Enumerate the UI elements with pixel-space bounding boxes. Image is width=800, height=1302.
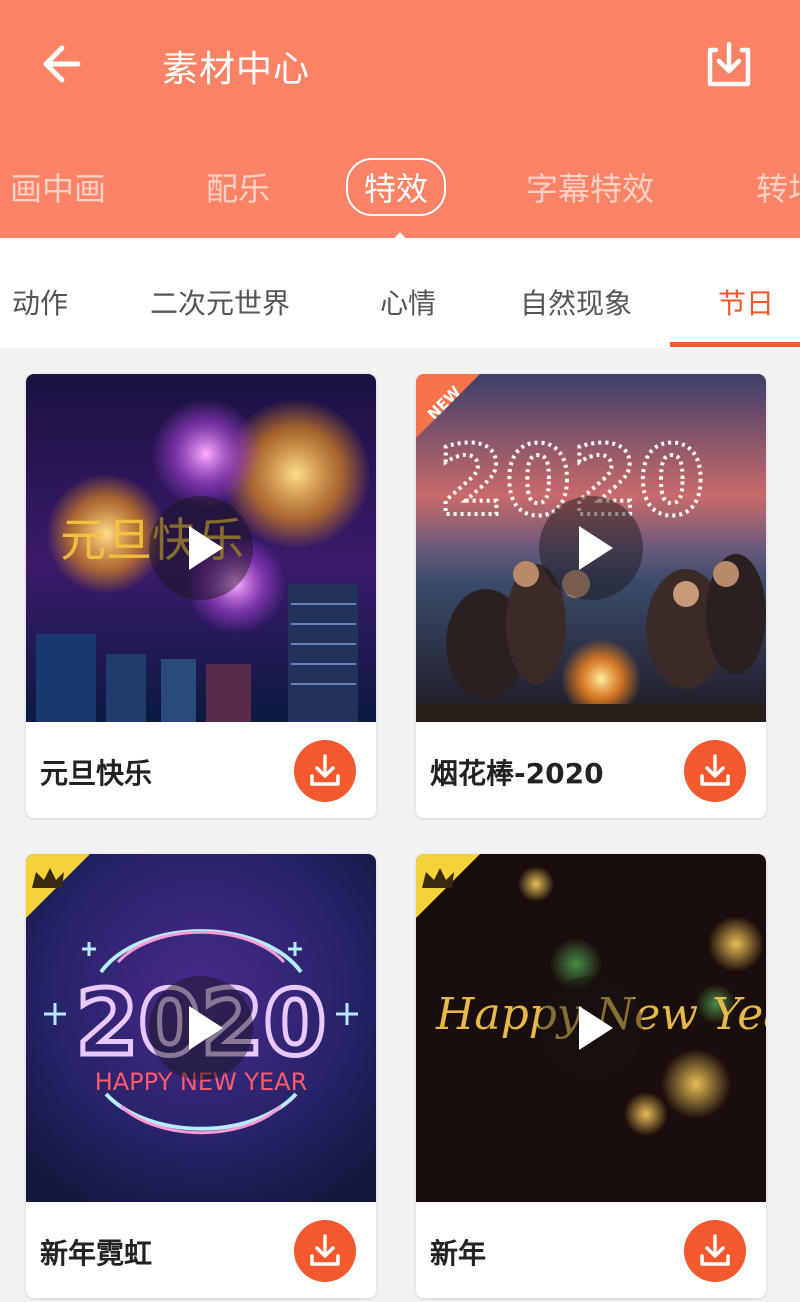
tab-effects[interactable]: 特效 <box>346 158 447 216</box>
download-icon <box>700 1234 730 1266</box>
active-subtab-underline <box>670 342 800 347</box>
download-button[interactable] <box>684 740 746 802</box>
effect-thumbnail[interactable]: 元旦快乐 <box>26 374 376 722</box>
tab-transition[interactable]: 转场 <box>756 164 800 210</box>
crown-icon <box>416 854 480 918</box>
download-box-icon[interactable] <box>702 38 756 92</box>
subtab-anime-world[interactable]: 二次元世界 <box>150 282 290 322</box>
new-badge: NEW <box>416 374 480 438</box>
card-title: 新年霓虹 <box>40 1237 153 1270</box>
download-icon <box>310 754 340 786</box>
download-button[interactable] <box>684 1220 746 1282</box>
download-icon <box>700 754 730 786</box>
download-button[interactable] <box>294 1220 356 1282</box>
play-icon[interactable] <box>539 976 643 1080</box>
subcategory-tabs: 动作 二次元世界 心情 自然现象 节日 <box>0 238 800 348</box>
effect-card[interactable]: Happy New Year 新年 <box>416 854 766 1298</box>
page-title: 素材中心 <box>162 49 311 90</box>
subtab-festival[interactable]: 节日 <box>718 282 774 322</box>
crown-icon <box>26 854 90 918</box>
card-title: 烟花棒-2020 <box>430 757 604 790</box>
play-icon[interactable] <box>149 976 253 1080</box>
download-icon <box>310 1234 340 1266</box>
subtab-action[interactable]: 动作 <box>12 282 68 322</box>
effect-card[interactable]: 元旦快乐 元旦快乐 <box>26 374 376 818</box>
category-tabs: 画中画 配乐 特效 字幕特效 转场 <box>0 150 800 230</box>
subtab-mood[interactable]: 心情 <box>380 282 436 322</box>
effect-card[interactable]: 2020 NEW 烟花棒-2020 <box>416 374 766 818</box>
download-button[interactable] <box>294 740 356 802</box>
tab-subtitle-effects[interactable]: 字幕特效 <box>526 164 654 210</box>
arrow-left-icon[interactable] <box>38 36 88 92</box>
header-bar: 素材中心 画中画 配乐 特效 字幕特效 转场 <box>0 0 800 238</box>
play-icon[interactable] <box>539 496 643 600</box>
subtab-natural-phenomena[interactable]: 自然现象 <box>520 282 632 322</box>
play-icon[interactable] <box>149 496 253 600</box>
effect-card[interactable]: 2020 HAPPY NEW YEAR 新年霓虹 <box>26 854 376 1298</box>
tab-music[interactable]: 配乐 <box>206 164 270 210</box>
card-title: 元旦快乐 <box>40 757 153 790</box>
tab-picture-in-picture[interactable]: 画中画 <box>10 164 106 210</box>
card-title: 新年 <box>430 1237 487 1270</box>
